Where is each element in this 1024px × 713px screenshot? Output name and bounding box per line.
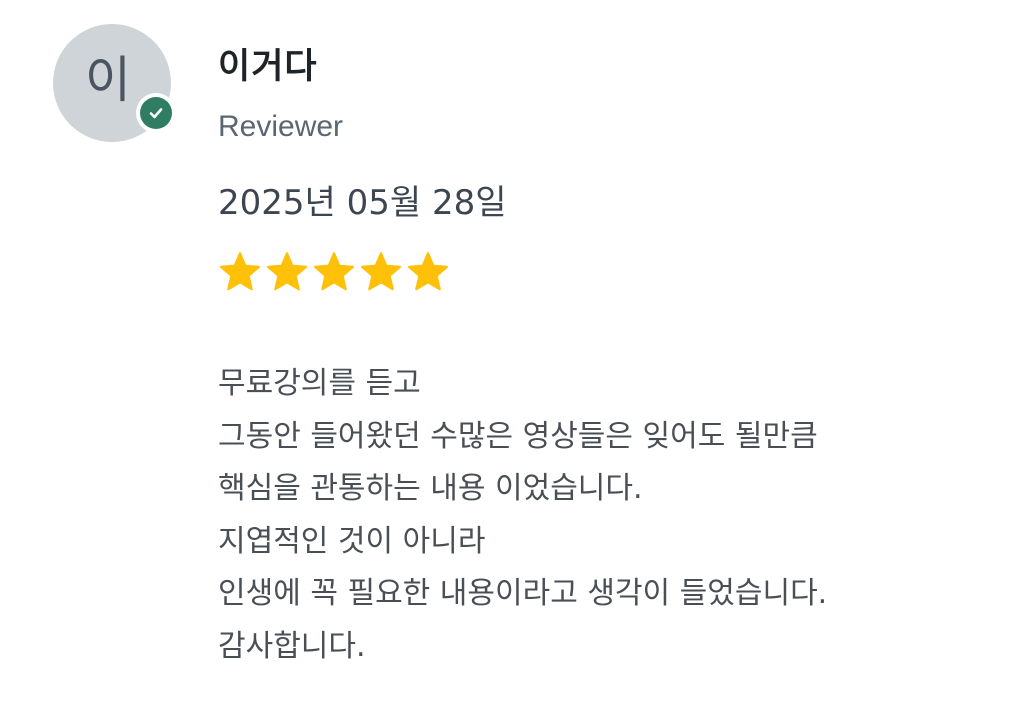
review-line: 그동안 들어왔던 수많은 영상들은 잊어도 될만큼 (218, 418, 818, 454)
check-icon (149, 108, 163, 119)
review-line: 핵심을 관통하는 내용 이었습니다. (218, 471, 643, 506)
verified-badge (136, 93, 176, 133)
star-icon (361, 252, 401, 291)
verified-badge-circle (140, 97, 172, 129)
star-icon (314, 252, 354, 291)
avatar-initial: 이 (85, 51, 131, 109)
review-line: 인생에 꼭 필요한 내용이라고 생각이 들었습니다. (218, 576, 828, 611)
review-body: 무료강의를 듣고 그동안 들어왔던 수많은 영상들은 잊어도 될만큼 핵심을 관… (218, 358, 998, 673)
review-line: 감사합니다. (218, 628, 366, 664)
review-card: 이 이거다 Reviewer 2025년 05월 28일 무료강의를 듣고 그동… (0, 0, 1024, 713)
review-date: 2025년 05월 28일 (218, 183, 507, 223)
star-icon (220, 252, 260, 291)
reviewer-role: Reviewer (218, 110, 344, 143)
star-icon (408, 252, 448, 291)
reviewer-name: 이거다 (218, 47, 318, 87)
review-line: 지엽적인 것이 아니라 (218, 523, 486, 559)
star-rating (218, 250, 450, 294)
review-line: 무료강의를 듣고 (218, 366, 421, 401)
star-icon (267, 252, 307, 291)
